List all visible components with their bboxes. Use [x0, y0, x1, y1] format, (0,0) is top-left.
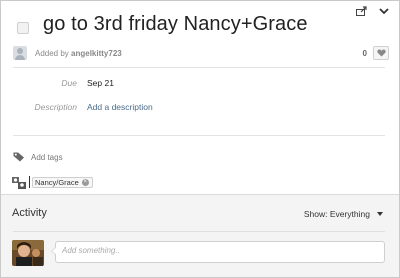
heart-wrap: 0	[363, 46, 389, 60]
add-description-link[interactable]: Add a description	[87, 102, 153, 112]
close-icon[interactable]: ×	[81, 179, 89, 186]
creator-name[interactable]: angelkitty723	[71, 49, 122, 58]
header-divider	[13, 67, 385, 68]
task-title-row: go to 3rd friday Nancy+Grace	[13, 13, 389, 36]
activity-filter-dropdown[interactable]: Show: Everything	[304, 209, 383, 219]
due-date-value[interactable]: Sep 21	[87, 78, 114, 88]
added-by-text: Added by angelkitty723	[35, 49, 122, 58]
activity-filter-label: Show: Everything	[303, 209, 370, 219]
tag-icon	[13, 152, 24, 162]
heart-button[interactable]	[373, 46, 389, 60]
followers-input-cursor[interactable]	[29, 176, 30, 188]
added-prefix: Added by	[35, 48, 72, 58]
comment-input[interactable]: Add something..	[51, 241, 385, 263]
people-icon	[12, 177, 26, 189]
description-label: Description	[34, 102, 77, 112]
creator-avatar	[13, 46, 27, 60]
due-label: Due	[61, 78, 77, 88]
activity-section: Activity Show: Everything Add something.…	[1, 194, 399, 277]
avatar	[12, 240, 44, 266]
added-by-row: Added by angelkitty723 0	[13, 44, 389, 62]
task-title[interactable]: go to 3rd friday Nancy+Grace	[43, 13, 308, 36]
comment-placeholder: Add something..	[62, 246, 120, 255]
task-complete-checkbox[interactable]	[17, 21, 29, 34]
add-tags-link[interactable]: Add tags	[31, 153, 63, 162]
caret-down-icon	[377, 212, 383, 216]
activity-heading: Activity	[12, 207, 47, 219]
follower-chip[interactable]: Nancy/Grace ×	[32, 177, 93, 188]
task-detail-pane: go to 3rd friday Nancy+Grace Added by an…	[0, 0, 400, 278]
activity-divider	[13, 231, 385, 232]
follower-chip-label: Nancy/Grace	[35, 178, 79, 187]
heart-icon	[376, 49, 386, 57]
heart-count: 0	[362, 48, 367, 58]
fields-divider	[13, 135, 385, 136]
